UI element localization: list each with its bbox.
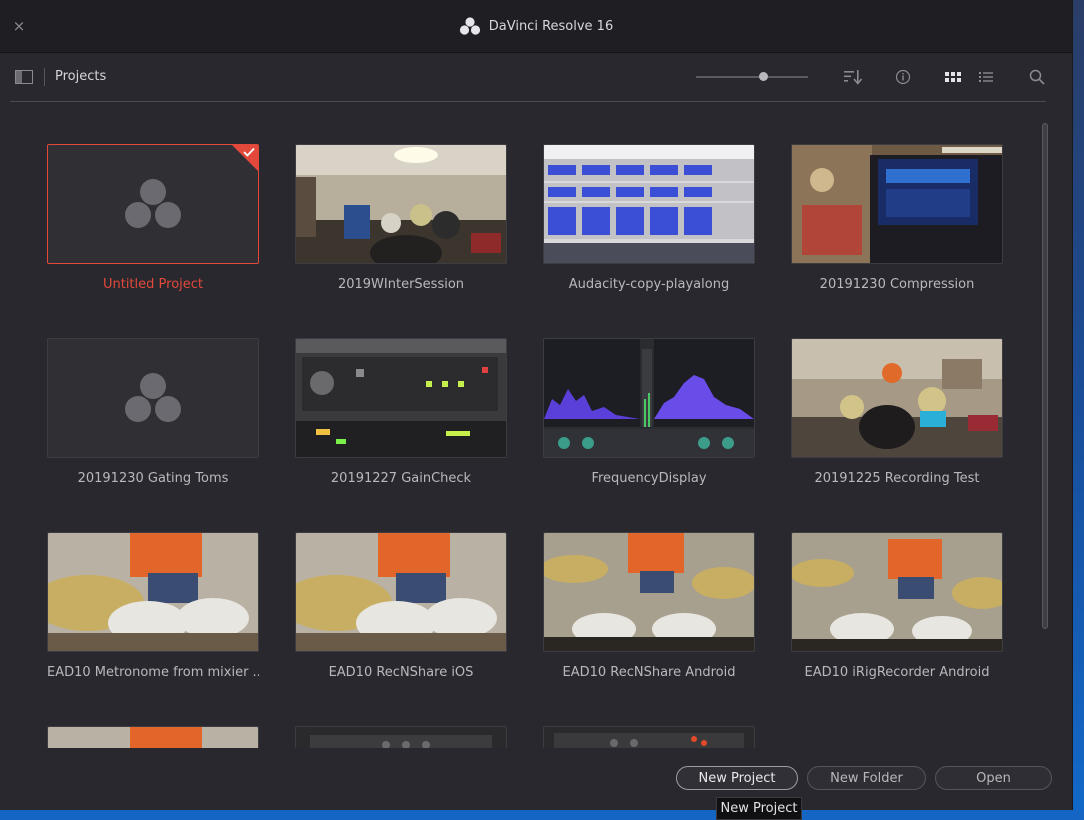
project-thumbnail xyxy=(791,338,1003,458)
scrollbar-thumb[interactable] xyxy=(1042,123,1048,629)
search-icon[interactable] xyxy=(1027,67,1047,87)
project-thumbnail xyxy=(295,338,507,458)
project-thumbnail xyxy=(295,144,507,264)
thumbnail-image xyxy=(792,533,1002,651)
project-manager-window: DaVinci Resolve 16 × Projects Untitled P… xyxy=(0,0,1073,810)
toolbar-divider xyxy=(44,68,45,86)
thumbnail-image xyxy=(296,339,506,457)
project-thumbnail xyxy=(543,726,755,748)
list-view-icon[interactable] xyxy=(977,67,997,87)
thumbnail-image xyxy=(544,533,754,651)
project-tile[interactable]: EAD10 iRigRecorder Android xyxy=(791,532,1003,680)
info-icon[interactable] xyxy=(893,67,913,87)
breadcrumb-projects[interactable]: Projects xyxy=(55,69,106,84)
window-title: DaVinci Resolve 16 xyxy=(488,18,614,34)
thumbnail-image xyxy=(792,145,1002,263)
taskbar-edge xyxy=(0,810,1084,820)
thumbnail-image xyxy=(544,727,754,748)
grid-view-icon[interactable] xyxy=(943,67,963,87)
project-thumbnail xyxy=(543,338,755,458)
thumbnail-image xyxy=(792,339,1002,457)
project-name: EAD10 RecNShare iOS xyxy=(328,665,474,680)
project-thumbnail xyxy=(47,338,259,458)
project-name: Untitled Project xyxy=(102,277,204,292)
zoom-slider-track xyxy=(696,76,808,78)
project-thumbnail xyxy=(47,532,259,652)
sort-icon[interactable] xyxy=(843,67,863,87)
project-tile[interactable]: 20191227 GainCheck xyxy=(295,338,507,486)
project-name: 20191230 Compression xyxy=(819,277,975,292)
close-button[interactable]: × xyxy=(10,16,28,36)
project-name: 20191227 GainCheck xyxy=(330,471,472,486)
davinci-logo-icon xyxy=(459,17,480,35)
thumbnail-image xyxy=(48,727,258,748)
project-tile[interactable]: EAD10 RecNShare iOS xyxy=(295,532,507,680)
open-button[interactable]: Open xyxy=(935,766,1052,790)
davinci-placeholder-icon xyxy=(125,373,181,422)
project-tile[interactable]: 2019WInterSession xyxy=(295,144,507,292)
project-thumbnail xyxy=(543,144,755,264)
project-tile[interactable]: FrequencyDisplay xyxy=(543,338,755,486)
zoom-slider-handle[interactable] xyxy=(759,72,768,81)
project-tile[interactable]: 20191225 Recording Test xyxy=(791,338,1003,486)
project-tile[interactable]: 20191230 Compression xyxy=(791,144,1003,292)
project-thumbnail xyxy=(47,726,259,748)
project-name: 2019WInterSession xyxy=(337,277,465,292)
toolbar: Projects xyxy=(0,53,1072,101)
new-project-tooltip: New Project xyxy=(716,797,802,820)
project-tile[interactable]: Untitled Project xyxy=(47,144,259,292)
project-thumbnail xyxy=(791,532,1003,652)
project-name: EAD10 Metronome from mixier ... xyxy=(47,665,259,680)
project-tile[interactable] xyxy=(47,726,259,748)
project-tile[interactable] xyxy=(543,726,755,748)
thumbnail-zoom-slider[interactable] xyxy=(696,71,808,83)
title-bar: DaVinci Resolve 16 × xyxy=(0,0,1072,53)
project-name: 20191225 Recording Test xyxy=(814,471,980,486)
new-folder-button[interactable]: New Folder xyxy=(807,766,926,790)
checkmark-icon xyxy=(243,147,255,157)
desktop-background xyxy=(1072,0,1084,820)
project-thumbnail xyxy=(791,144,1003,264)
thumbnail-image xyxy=(296,145,506,263)
project-thumbnail xyxy=(47,144,259,264)
project-grid: Untitled Project 2019WInterSession Audac… xyxy=(10,102,1041,748)
new-project-button[interactable]: New Project xyxy=(676,766,798,790)
thumbnail-image xyxy=(544,339,754,457)
bottom-action-bar: New Project New Folder Open xyxy=(0,748,1072,810)
project-tile[interactable]: EAD10 Metronome from mixier ... xyxy=(47,532,259,680)
project-name: Audacity-copy-playalong xyxy=(568,277,730,292)
project-tile[interactable]: 20191230 Gating Toms xyxy=(47,338,259,486)
project-name: EAD10 iRigRecorder Android xyxy=(804,665,990,680)
project-thumbnail xyxy=(295,726,507,748)
thumbnail-image xyxy=(48,533,258,651)
project-tile[interactable] xyxy=(295,726,507,748)
project-tile[interactable]: EAD10 RecNShare Android xyxy=(543,532,755,680)
panel-toggle-icon[interactable] xyxy=(15,70,33,84)
project-name: FrequencyDisplay xyxy=(591,471,707,486)
thumbnail-image xyxy=(296,533,506,651)
project-name: EAD10 RecNShare Android xyxy=(562,665,736,680)
davinci-placeholder-icon xyxy=(125,179,181,228)
thumbnail-image xyxy=(296,727,506,748)
thumbnail-image xyxy=(544,145,754,263)
project-tile[interactable]: Audacity-copy-playalong xyxy=(543,144,755,292)
project-thumbnail xyxy=(543,532,755,652)
project-name: 20191230 Gating Toms xyxy=(77,471,229,486)
project-thumbnail xyxy=(295,532,507,652)
